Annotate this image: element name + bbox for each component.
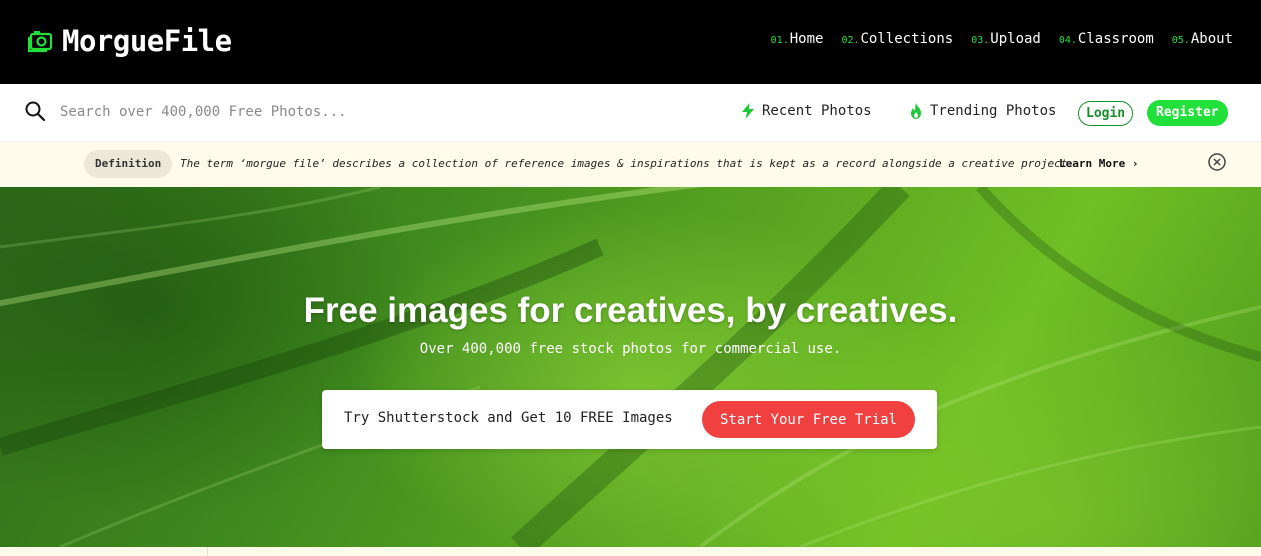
register-button[interactable]: Register <box>1147 100 1228 126</box>
recent-photos-link[interactable]: Recent Photos <box>740 103 872 119</box>
leaf-background-image <box>0 187 1261 547</box>
learn-more-link[interactable]: Learn More › <box>1059 157 1138 170</box>
search-input[interactable] <box>60 98 580 126</box>
camera-icon <box>28 31 53 53</box>
login-button[interactable]: Login <box>1078 101 1134 126</box>
lightning-icon <box>742 103 754 119</box>
free-trial-button[interactable]: Start Your Free Trial <box>702 401 915 438</box>
divider <box>207 547 208 556</box>
definition-banner: Definition The term ‘morgue file’ descri… <box>0 142 1261 187</box>
content-strip <box>0 547 1261 556</box>
shutterstock-promo: Try Shutterstock and Get 10 FREE Images … <box>322 390 937 449</box>
nav-about[interactable]: 05. About <box>1172 31 1233 47</box>
top-navigation-bar: MorgueFile 01. Home 02. Collections 03. … <box>0 0 1261 84</box>
main-nav: 01. Home 02. Collections 03. Upload 04. … <box>771 31 1233 47</box>
nav-number: 03. <box>971 35 990 46</box>
definition-text: The term ‘morgue file’ describes a colle… <box>180 157 1075 170</box>
nav-number: 01. <box>770 35 789 46</box>
definition-badge: Definition <box>84 150 173 178</box>
nav-home[interactable]: 01. Home <box>771 31 824 47</box>
nav-collections[interactable]: 02. Collections <box>841 31 953 47</box>
close-circle-icon[interactable] <box>1207 152 1227 172</box>
nav-number: 05. <box>1171 35 1190 46</box>
recent-photos-label: Recent Photos <box>762 103 872 119</box>
logo[interactable]: MorgueFile <box>28 24 232 58</box>
trending-photos-label: Trending Photos <box>930 103 1057 119</box>
nav-number: 02. <box>841 35 860 46</box>
nav-label: Home <box>789 31 824 47</box>
promo-text: Try Shutterstock and Get 10 FREE Images <box>344 410 673 426</box>
logo-text: MorgueFile <box>62 24 232 58</box>
nav-number: 04. <box>1058 35 1077 46</box>
nav-upload[interactable]: 03. Upload <box>971 31 1041 47</box>
hero-section: Free images for creatives, by creatives.… <box>0 187 1261 547</box>
nav-label: Collections <box>860 31 954 47</box>
nav-label: About <box>1190 31 1233 47</box>
nav-label: Upload <box>990 31 1041 47</box>
nav-label: Classroom <box>1077 31 1154 47</box>
hero-subtitle: Over 400,000 free stock photos for comme… <box>419 341 842 357</box>
trending-photos-link[interactable]: Trending Photos <box>908 103 1056 119</box>
hero-title: Free images for creatives, by creatives. <box>303 291 958 330</box>
nav-classroom[interactable]: 04. Classroom <box>1059 31 1154 47</box>
search-icon[interactable] <box>24 100 46 122</box>
search-bar-row: Recent Photos Trending Photos Login Regi… <box>0 84 1261 142</box>
flame-icon <box>911 103 921 119</box>
